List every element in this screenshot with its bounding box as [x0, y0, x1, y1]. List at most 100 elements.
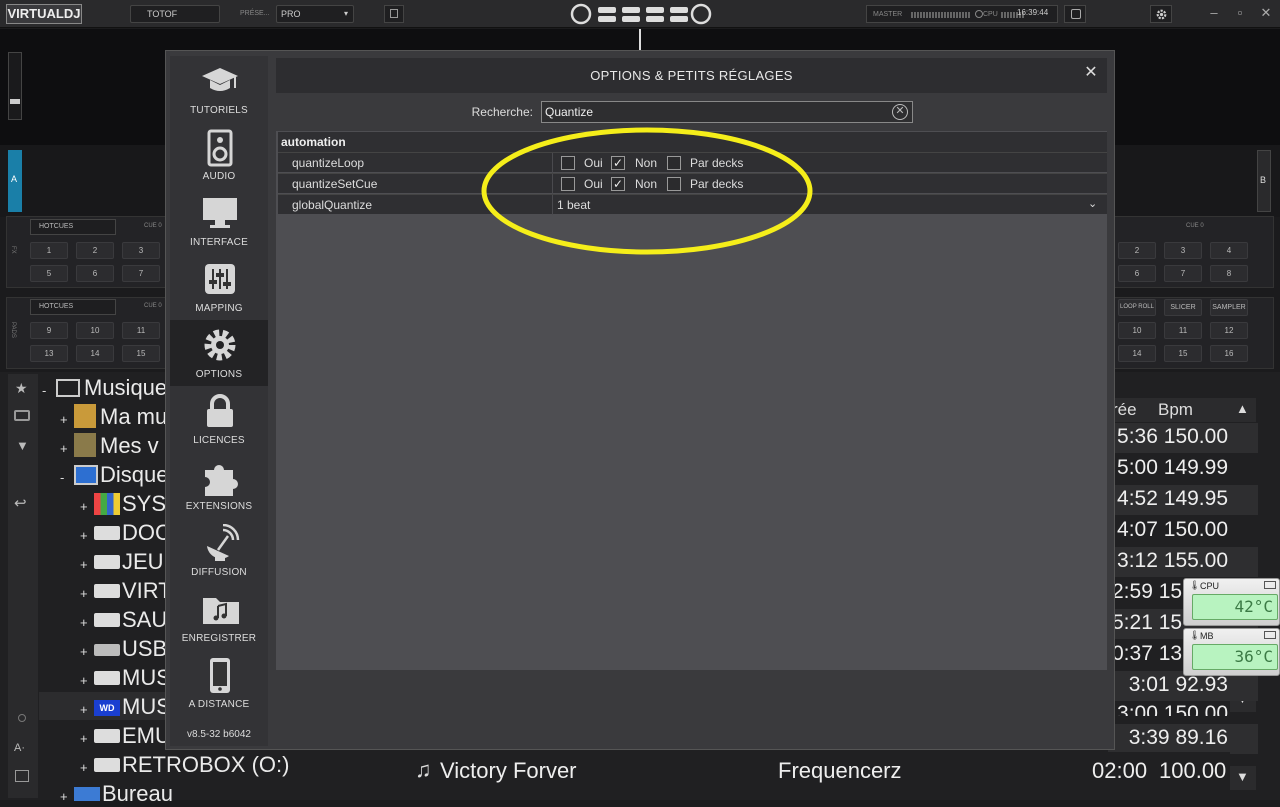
layout-button[interactable]	[384, 5, 404, 23]
expand-toggle[interactable]: +	[60, 789, 74, 804]
mb-temperature-gadget[interactable]: 🌡 MB 36°C	[1183, 628, 1280, 676]
non-checkbox[interactable]: ✓	[611, 177, 625, 191]
nav-diffusion[interactable]: DIFFUSION	[170, 518, 268, 584]
pad[interactable]: 15	[1164, 345, 1202, 362]
pad[interactable]: 14	[76, 345, 114, 362]
nav-enregistrer[interactable]: ENREGISTRER	[170, 584, 268, 650]
non-checkbox[interactable]: ✓	[611, 156, 625, 170]
pad[interactable]: 15	[122, 345, 160, 362]
column-bpm[interactable]: Bpm	[1158, 400, 1193, 420]
table-row[interactable]: 5:00 149.99	[1108, 456, 1228, 486]
expand-toggle[interactable]: +	[80, 528, 94, 543]
font-size-icon[interactable]: A·	[14, 742, 25, 754]
dot-icon[interactable]	[18, 714, 26, 722]
nav-options[interactable]: OPTIONS	[170, 320, 268, 386]
pad[interactable]: 4	[1210, 242, 1248, 259]
tree-item[interactable]: + WD MUS	[80, 694, 171, 720]
master-knob-icon[interactable]	[975, 10, 983, 18]
expand-toggle[interactable]: +	[60, 412, 74, 427]
tree-item[interactable]: + SYS	[80, 491, 166, 517]
expand-toggle[interactable]: +	[80, 673, 94, 688]
expand-toggle[interactable]: +	[80, 702, 94, 717]
pad[interactable]: 12	[1210, 322, 1248, 339]
pad[interactable]: 14	[1118, 345, 1156, 362]
pad[interactable]: 6	[76, 265, 114, 282]
tree-item[interactable]: + USB	[80, 636, 167, 662]
user-profile-button[interactable]: TOTOF	[130, 5, 220, 23]
oui-checkbox[interactable]	[561, 156, 575, 170]
pad[interactable]: 7	[1164, 265, 1202, 282]
pad-mode-loop-roll[interactable]: LOOP ROLL	[1118, 299, 1156, 316]
window-icon[interactable]	[15, 770, 29, 782]
tree-item[interactable]: + SAU	[80, 607, 167, 633]
global-quantize-select[interactable]: 1 beat	[557, 198, 590, 212]
tree-item[interactable]: + Ma mu	[60, 404, 167, 430]
pad[interactable]: 10	[1118, 322, 1156, 339]
tree-item[interactable]: + EMU	[80, 723, 171, 749]
par-decks-checkbox[interactable]	[667, 177, 681, 191]
pad[interactable]: 9	[30, 322, 68, 339]
pad[interactable]: 7	[122, 265, 160, 282]
tree-item[interactable]: + RETROBOX (O:)	[80, 752, 289, 778]
star-icon[interactable]: ★	[15, 380, 28, 397]
table-row[interactable]: ♫ Victory Forver Frequencerz 02:00 100.0…	[405, 752, 1230, 788]
pad[interactable]: 6	[1118, 265, 1156, 282]
scroll-up-button[interactable]: ▲	[1230, 398, 1256, 422]
nav-tutoriels[interactable]: TUTORIELS	[170, 56, 268, 122]
expand-toggle[interactable]: -	[42, 383, 56, 398]
pad[interactable]: 10	[76, 322, 114, 339]
layout-selector[interactable]	[570, 3, 712, 25]
nav-interface[interactable]: INTERFACE	[170, 188, 268, 254]
tree-item[interactable]: + DOC	[80, 520, 171, 546]
pad[interactable]: 5	[30, 265, 68, 282]
clear-search-icon[interactable]: ✕	[892, 104, 908, 120]
tree-item[interactable]: - Musique	[42, 375, 167, 401]
nav-extensions[interactable]: EXTENSIONS	[170, 452, 268, 518]
pad[interactable]: 13	[30, 345, 68, 362]
table-row[interactable]: 4:52 149.95	[1108, 487, 1228, 517]
pad[interactable]: 3	[122, 242, 160, 259]
search-input[interactable]	[541, 101, 913, 123]
nav-audio[interactable]: AUDIO	[170, 122, 268, 188]
deck-a-badge[interactable]: A	[8, 150, 22, 212]
expand-toggle[interactable]: +	[80, 615, 94, 630]
tree-item[interactable]: - Disque	[60, 462, 168, 488]
maximize-icon[interactable]: ▫	[1230, 3, 1250, 23]
pitch-slider-handle[interactable]	[10, 99, 20, 104]
pad[interactable]: 16	[1210, 345, 1248, 362]
pad-mode-slicer[interactable]: SLICER	[1164, 299, 1202, 316]
pad[interactable]: 2	[76, 242, 114, 259]
cpu-temperature-gadget[interactable]: 🌡 CPU 42°C	[1183, 578, 1280, 626]
record-button[interactable]	[1064, 5, 1086, 23]
pad[interactable]: 8	[1210, 265, 1248, 282]
back-arrow-icon[interactable]: ↩	[14, 494, 27, 512]
chevron-down-icon[interactable]: ⌄	[1088, 197, 1097, 210]
expand-toggle[interactable]: +	[80, 731, 94, 746]
pad[interactable]: 1	[30, 242, 68, 259]
pad[interactable]: 2	[1118, 242, 1156, 259]
pad-mode-sampler[interactable]: SAMPLER	[1210, 299, 1248, 316]
pad[interactable]: 11	[122, 322, 160, 339]
tree-item[interactable]: + JEU	[80, 549, 164, 575]
minimize-icon[interactable]: –	[1204, 3, 1224, 23]
expand-toggle[interactable]: +	[80, 644, 94, 659]
column-duration[interactable]: rée	[1112, 400, 1137, 420]
par-decks-checkbox[interactable]	[667, 156, 681, 170]
nav-a-distance[interactable]: A DISTANCE	[170, 650, 268, 716]
oui-checkbox[interactable]	[561, 177, 575, 191]
table-row[interactable]: 4:07 150.00	[1108, 518, 1228, 548]
expand-toggle[interactable]: +	[80, 586, 94, 601]
table-row[interactable]: 5:36 150.00	[1108, 425, 1228, 455]
pitch-slider[interactable]	[8, 52, 22, 120]
tree-item[interactable]: + Bureau	[60, 781, 173, 807]
drive-icon[interactable]	[14, 410, 30, 421]
expand-toggle[interactable]: +	[80, 499, 94, 514]
close-icon[interactable]: ✕	[1082, 64, 1100, 82]
hotcues-select-bottom[interactable]: HOTCUES	[30, 299, 116, 315]
expand-toggle[interactable]: +	[80, 557, 94, 572]
close-window-icon[interactable]: ✕	[1256, 3, 1276, 23]
pad[interactable]: 3	[1164, 242, 1202, 259]
tree-item[interactable]: + VIRT	[80, 578, 172, 604]
pad[interactable]: 11	[1164, 322, 1202, 339]
hotcues-select-top[interactable]: HOTCUES	[30, 219, 116, 235]
